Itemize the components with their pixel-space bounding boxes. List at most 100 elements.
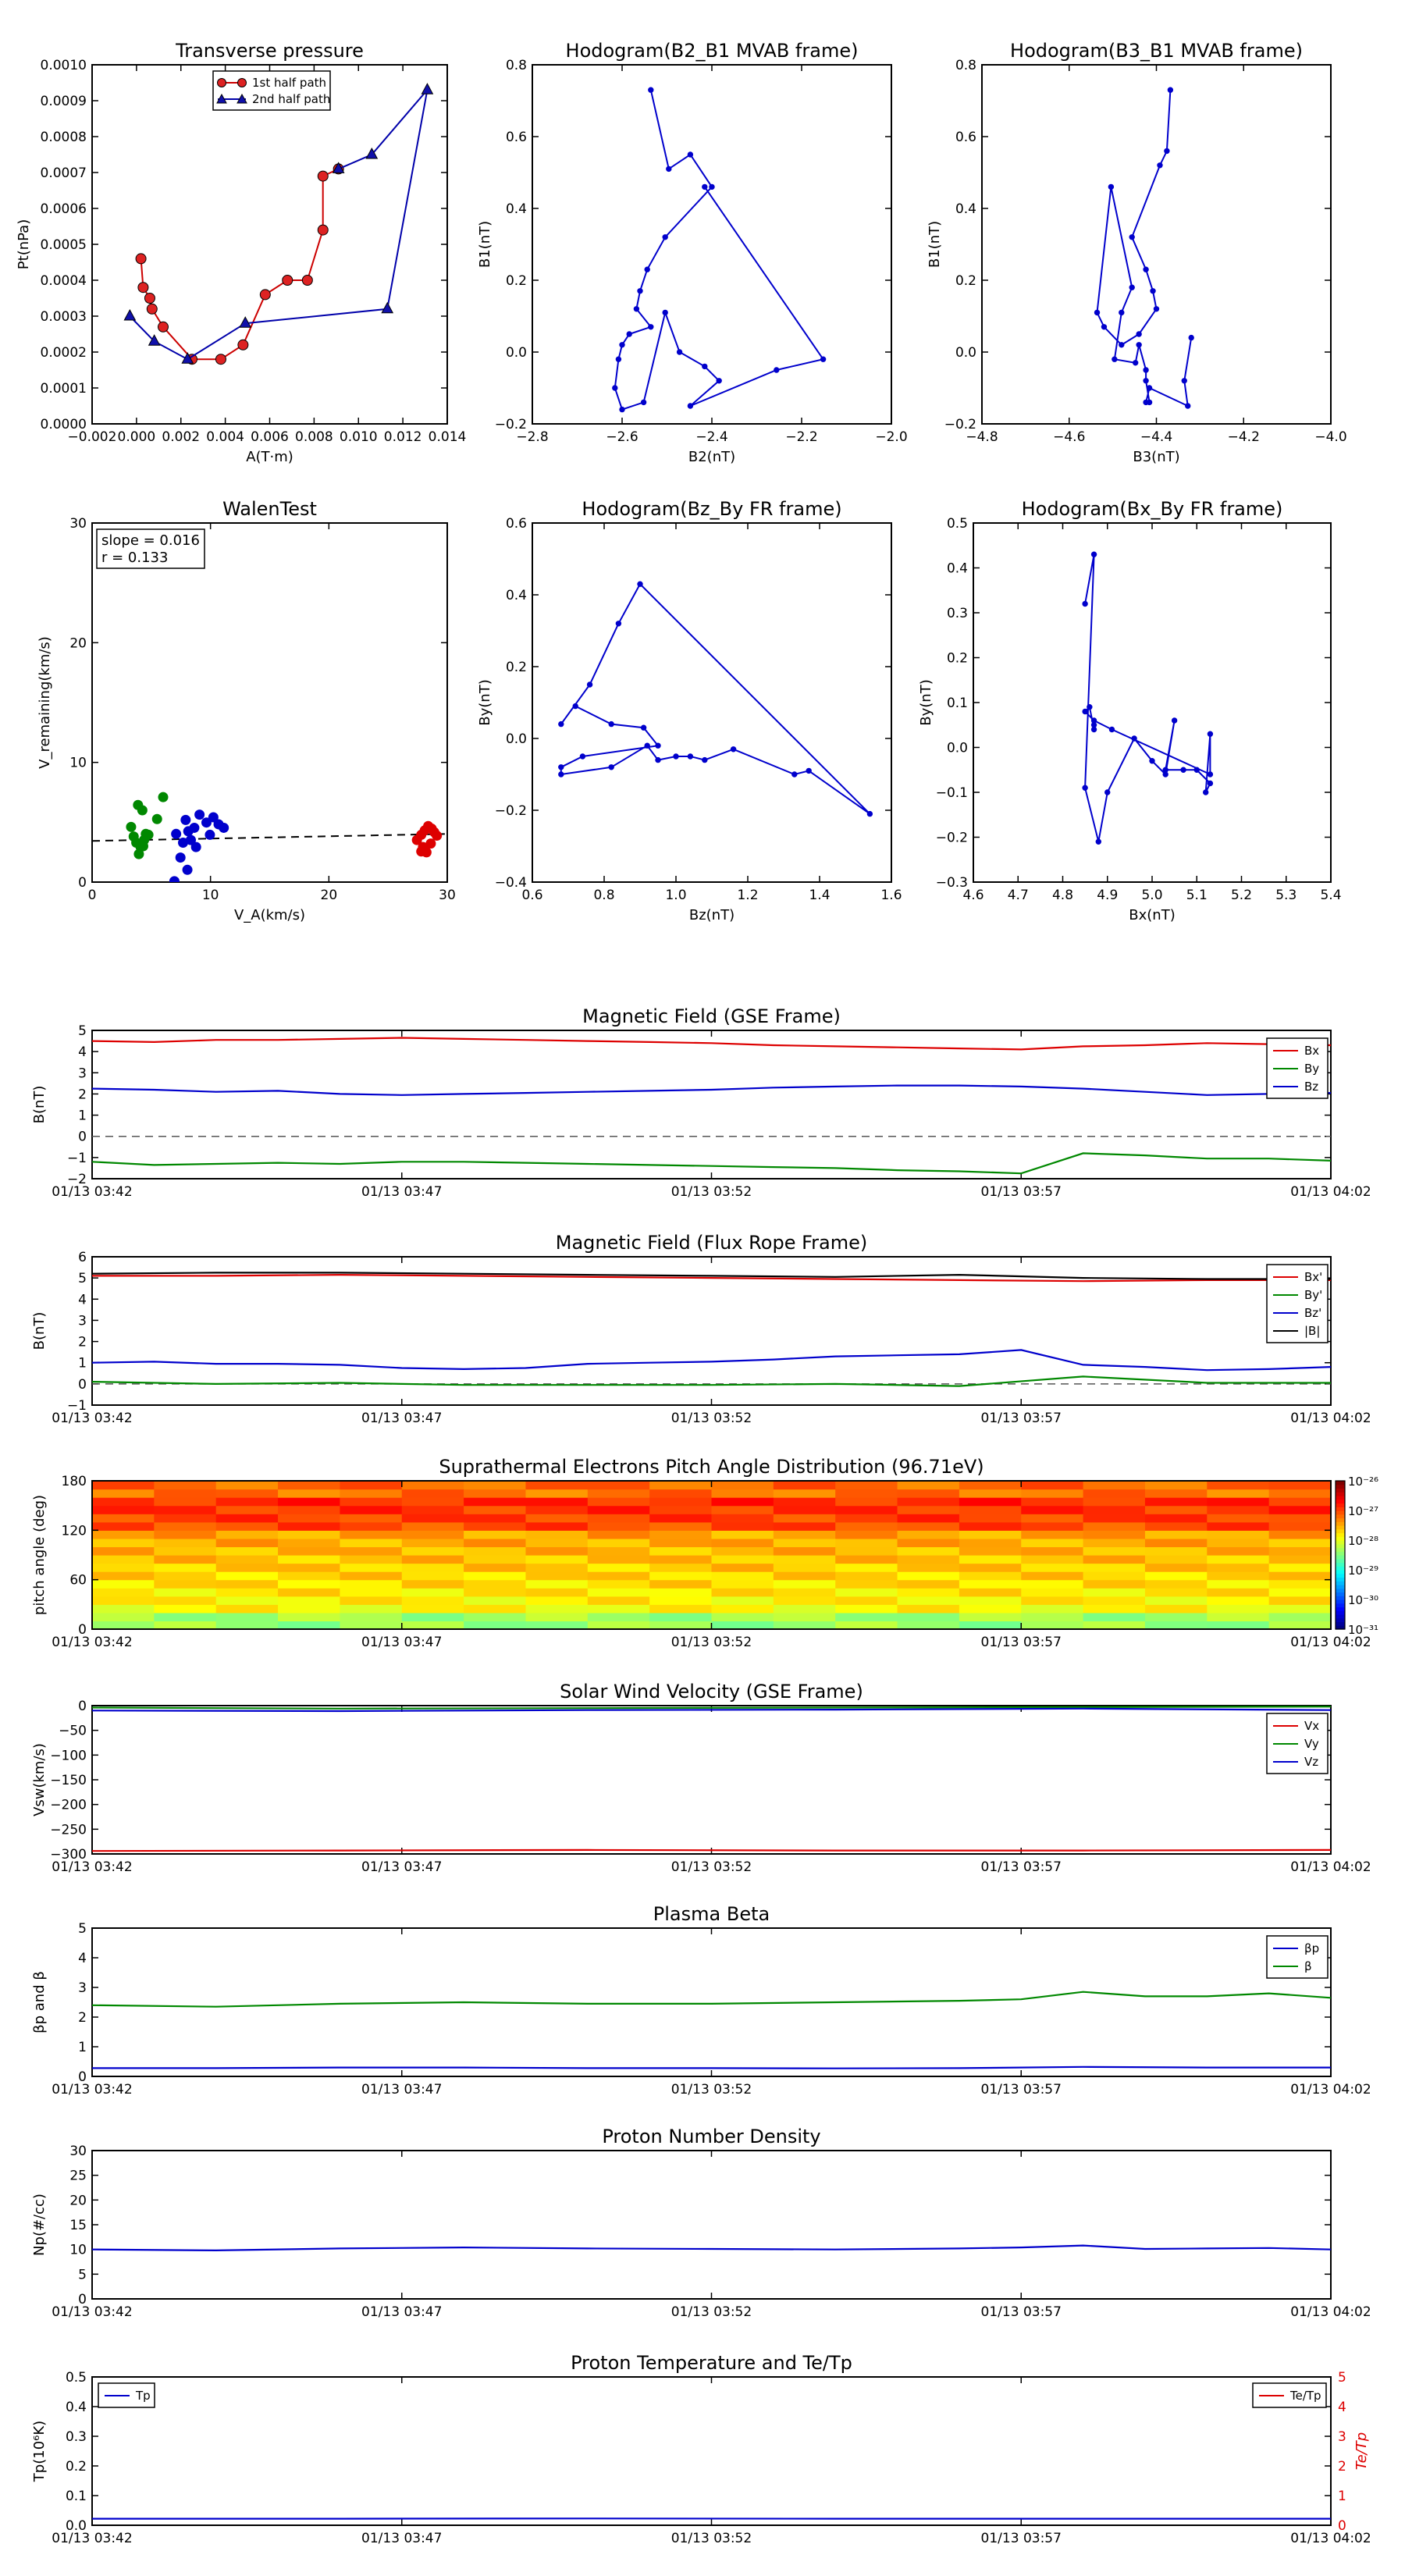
heatmap-cell xyxy=(278,1596,340,1605)
axes-frame xyxy=(973,522,1332,883)
heatmap-cell xyxy=(278,1481,340,1490)
heatmap-cell xyxy=(835,1579,898,1589)
panel-mag_fr: Magnetic Field (Flux Rope Frame) 01/13 03… xyxy=(31,1232,1371,1426)
time-tick-label: 01/13 03:57 xyxy=(981,1184,1062,1200)
heatmap-cell xyxy=(587,1514,650,1523)
heatmap-cell xyxy=(1021,1579,1084,1589)
heatmap-cell xyxy=(215,1612,279,1622)
data-point xyxy=(687,151,694,158)
heatmap-cell xyxy=(897,1521,960,1531)
heatmap-cell xyxy=(649,1538,713,1548)
heatmap-cell xyxy=(897,1538,960,1548)
heatmap-cell xyxy=(1083,1596,1146,1605)
heatmap-cell xyxy=(215,1579,279,1589)
data-point xyxy=(586,681,593,688)
heatmap-cell xyxy=(464,1497,527,1507)
heatmap-cell xyxy=(773,1514,836,1523)
y-tick-label: 5 xyxy=(78,1921,87,1937)
heatmap-cell xyxy=(1083,1546,1146,1556)
y-tick-label: −50 xyxy=(59,1724,87,1739)
heatmap-cell xyxy=(1207,1505,1270,1514)
data-point xyxy=(709,183,715,190)
legend-label: Bx' xyxy=(1304,1270,1322,1284)
heatmap-cell xyxy=(1144,1579,1208,1589)
heatmap-cell xyxy=(587,1530,650,1539)
heatmap-cell xyxy=(1268,1596,1331,1605)
data-point xyxy=(381,301,394,314)
heatmap-cell xyxy=(1207,1530,1270,1539)
heatmap-cell xyxy=(1144,1612,1208,1622)
heatmap-cell xyxy=(278,1571,340,1581)
heatmap-cell xyxy=(1268,1546,1331,1556)
x-tick-label: 0.008 xyxy=(295,429,333,445)
data-point xyxy=(1171,717,1178,724)
data-point xyxy=(673,753,679,760)
colorbar-cell xyxy=(1336,1496,1345,1500)
heatmap-cell xyxy=(1144,1505,1208,1514)
y-tick-label: 2 xyxy=(78,2010,87,2026)
y-tick-label: 0.6 xyxy=(506,130,527,145)
heatmap-cell xyxy=(525,1497,589,1507)
data-point xyxy=(637,581,643,587)
chart-title: Plasma Beta xyxy=(653,1903,770,1925)
chart-title: Hodogram(Bx_By FR frame) xyxy=(1022,498,1283,520)
data-point xyxy=(608,764,614,770)
x-tick-label: −2.4 xyxy=(695,429,727,445)
heatmap-cell xyxy=(278,1579,340,1589)
x-axis-label: A(T·m) xyxy=(246,449,293,465)
y-tick-label: 20 xyxy=(69,2193,87,2208)
data-point xyxy=(1090,551,1097,557)
heatmap-cell xyxy=(1207,1555,1270,1564)
y-tick-label: 3 xyxy=(78,1313,87,1329)
heatmap-cell xyxy=(1207,1588,1270,1597)
data-point xyxy=(702,183,708,190)
heatmap-cell xyxy=(401,1489,464,1498)
series-line xyxy=(614,89,825,411)
colorbar-cell xyxy=(1336,1551,1345,1556)
panel-hodo2: Hodogram(B3_B1 MVAB frame)−4.8 −4.6 −4.4 −4… xyxy=(927,40,1347,465)
y-tick-label: 0.0 xyxy=(506,345,527,361)
y-tick-label: 0.2 xyxy=(947,651,968,667)
data-point xyxy=(687,403,694,409)
heatmap-cell xyxy=(1144,1563,1208,1572)
data-point xyxy=(1153,306,1160,312)
heatmap-cell xyxy=(773,1497,836,1507)
data-point xyxy=(1203,789,1209,795)
y-tick-label: 0.5 xyxy=(947,516,968,532)
heatmap-cell xyxy=(215,1621,279,1629)
heatmap-cell xyxy=(401,1514,464,1523)
y-tick-label: 0 xyxy=(78,1377,87,1393)
legend-marker xyxy=(217,78,226,87)
heatmap-cell xyxy=(1144,1596,1208,1605)
data-point xyxy=(1090,722,1097,728)
data-point xyxy=(1167,87,1174,93)
heatmap-cell xyxy=(1021,1481,1084,1490)
heatmap-cell xyxy=(1083,1612,1146,1622)
data-point xyxy=(1188,334,1194,341)
x-tick-label: −2.0 xyxy=(875,429,907,445)
panel-hodo1: Hodogram(B2_B1 MVAB frame)−2.8 −2.6 −2.4 −2… xyxy=(477,40,908,465)
heatmap-cell xyxy=(773,1505,836,1514)
x-tick-label: 1.6 xyxy=(880,888,902,903)
data-point xyxy=(619,342,625,348)
y-right-tick-label: 1 xyxy=(1338,2489,1346,2504)
heatmap-cell xyxy=(340,1571,403,1581)
time-tick-label: 01/13 03:52 xyxy=(671,1184,752,1200)
x-axis-label: Bx(nT) xyxy=(1129,907,1175,923)
legend-label: Vz xyxy=(1304,1755,1318,1769)
series-line xyxy=(92,1375,1331,1387)
heatmap-cell xyxy=(1144,1604,1208,1614)
colorbar-cell xyxy=(1336,1610,1345,1615)
heatmap-cell xyxy=(587,1604,650,1614)
heatmap-cell xyxy=(464,1621,527,1629)
heatmap-cell xyxy=(959,1497,1022,1507)
heatmap-cell xyxy=(835,1546,898,1556)
legend-label: Bz' xyxy=(1304,1306,1321,1320)
data-point xyxy=(662,234,668,240)
data-point xyxy=(158,321,169,333)
data-point xyxy=(1095,838,1102,845)
data-point xyxy=(219,822,229,833)
heatmap-cell xyxy=(773,1604,836,1614)
y-tick-label: 0.8 xyxy=(506,58,527,73)
heatmap-cell xyxy=(587,1505,650,1514)
